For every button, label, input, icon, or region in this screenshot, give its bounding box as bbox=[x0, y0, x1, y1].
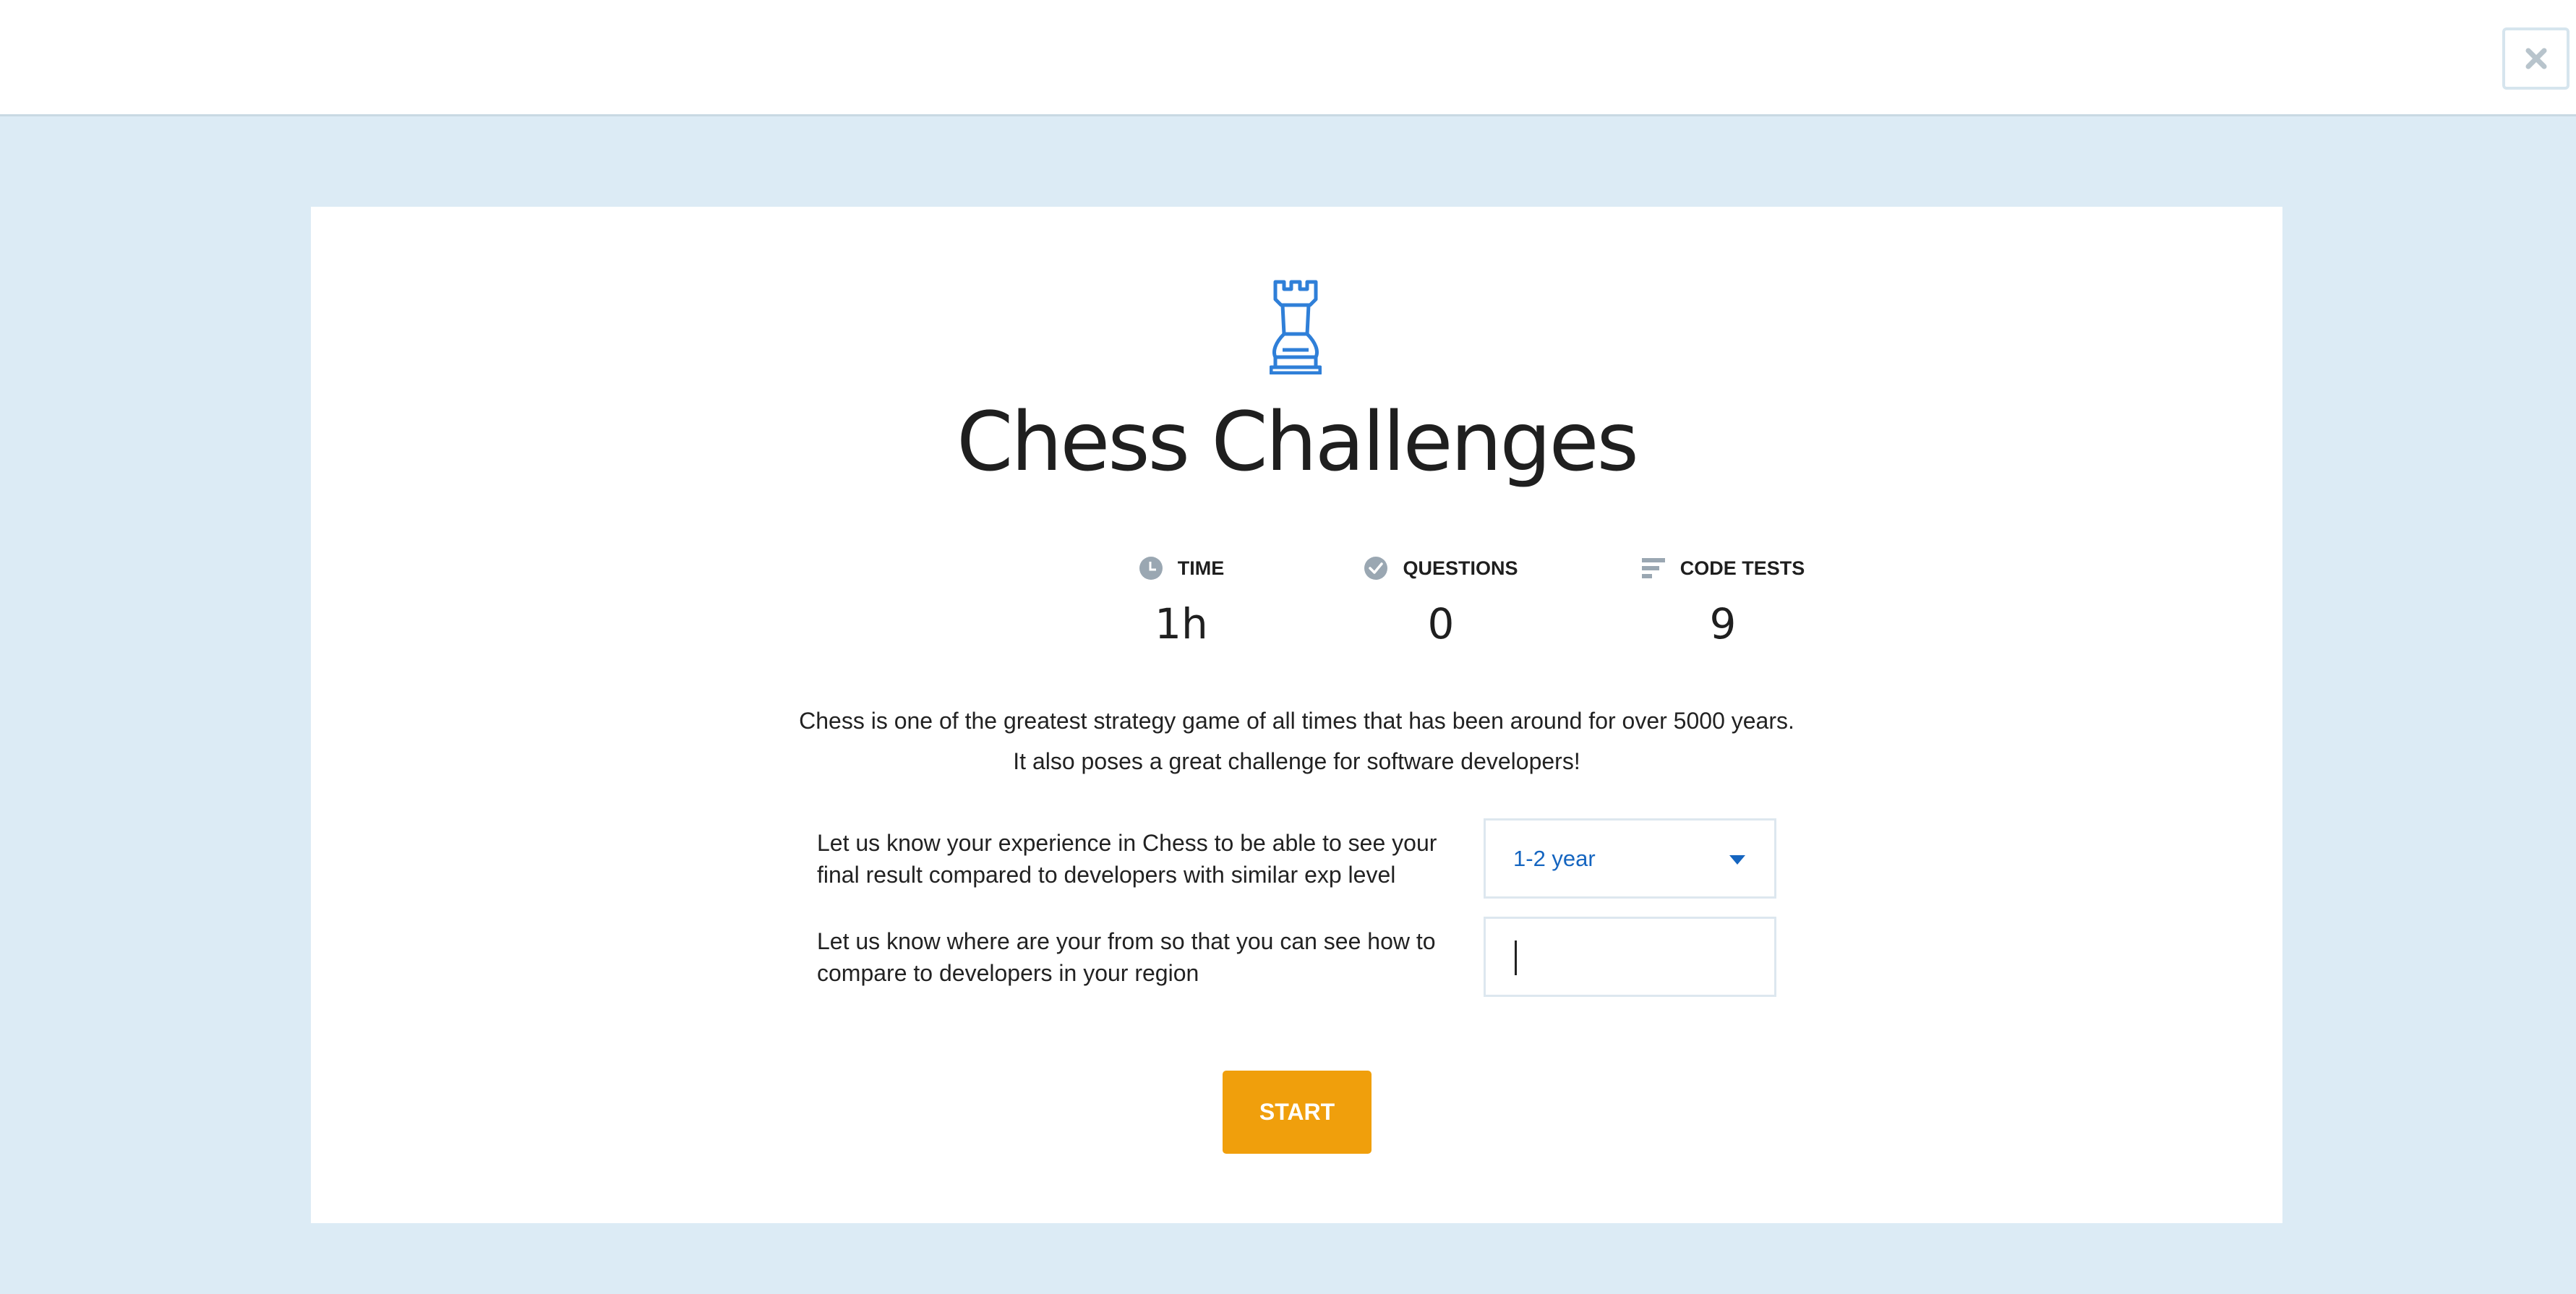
clock-icon bbox=[1139, 557, 1163, 580]
close-icon bbox=[2525, 48, 2546, 69]
stat-time: TIME 1h bbox=[1037, 554, 1326, 645]
description-line-1: Chess is one of the greatest strategy ga… bbox=[799, 708, 1794, 734]
experience-select[interactable]: 1-2 year bbox=[1484, 818, 1776, 899]
experience-label: Let us know your experience in Chess to … bbox=[817, 830, 1437, 888]
description-line-2: It also poses a great challenge for soft… bbox=[1013, 748, 1580, 774]
challenge-card: Chess Challenges TIME 1h QUESTIONS 0 COD… bbox=[311, 207, 2282, 1223]
top-bar bbox=[0, 0, 2576, 116]
stat-code-tests-label: CODE TESTS bbox=[1679, 557, 1805, 579]
close-button[interactable] bbox=[2502, 27, 2569, 90]
stat-questions-label: QUESTIONS bbox=[1403, 557, 1518, 579]
stat-questions-value: 0 bbox=[1427, 599, 1455, 648]
chevron-down-icon bbox=[1729, 855, 1745, 865]
stat-questions: QUESTIONS 0 bbox=[1296, 554, 1586, 645]
stat-time-label: TIME bbox=[1177, 557, 1225, 579]
page-title: Chess Challenges bbox=[957, 395, 1639, 489]
start-button[interactable]: START bbox=[1223, 1071, 1372, 1154]
chess-rook-icon bbox=[1270, 280, 1322, 374]
text-caret bbox=[1515, 940, 1517, 975]
experience-select-value: 1-2 year bbox=[1513, 845, 1596, 871]
region-label: Let us know where are your from so that … bbox=[817, 928, 1436, 986]
description: Chess is one of the greatest strategy ga… bbox=[311, 700, 2282, 781]
stat-code-tests: CODE TESTS 9 bbox=[1578, 554, 1867, 645]
stat-code-tests-value: 9 bbox=[1709, 599, 1737, 648]
region-input[interactable] bbox=[1484, 917, 1776, 997]
check-circle-icon bbox=[1364, 557, 1388, 580]
bars-icon bbox=[1641, 558, 1665, 578]
stat-time-value: 1h bbox=[1155, 599, 1208, 648]
